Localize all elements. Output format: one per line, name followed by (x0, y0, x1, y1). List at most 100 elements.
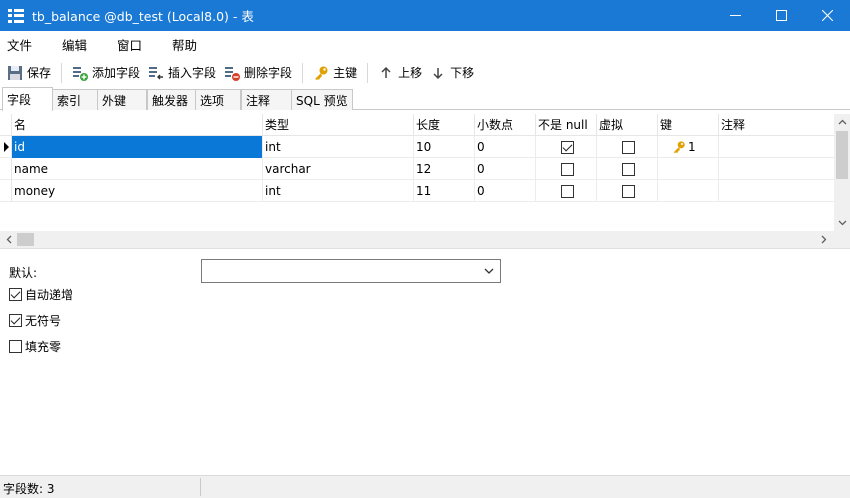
field-comment-cell[interactable] (719, 158, 833, 180)
field-name-cell[interactable]: money (12, 180, 263, 202)
field-not-null-cell[interactable] (536, 158, 597, 180)
field-virtual-cell[interactable] (597, 136, 658, 158)
save-button[interactable]: 保存 (3, 61, 55, 85)
move-down-button[interactable]: 下移 (426, 61, 478, 85)
move-up-button[interactable]: 上移 (374, 61, 426, 85)
add-field-label: 添加字段 (92, 66, 141, 80)
save-icon (8, 65, 22, 80)
move-down-label: 下移 (450, 66, 475, 80)
field-key-cell[interactable]: 1 (658, 136, 719, 158)
column-header-comment[interactable]: 注释 (719, 114, 833, 136)
key-order: 1 (688, 140, 696, 154)
unsigned-option[interactable]: 无符号 (9, 312, 61, 329)
field-key-cell[interactable] (658, 158, 719, 180)
field-grid: 名 类型 长度 小数点 不是 null 虚拟 键 注释 id int 10 0 … (0, 114, 850, 248)
menu-file[interactable]: 文件 (0, 35, 45, 54)
field-name-cell[interactable]: id (12, 136, 263, 158)
virtual-checkbox[interactable] (621, 140, 635, 154)
column-header-decimals[interactable]: 小数点 (475, 114, 536, 136)
field-name-cell[interactable]: name (12, 158, 263, 180)
auto-increment-label: 自动递增 (25, 288, 74, 302)
field-virtual-cell[interactable] (597, 158, 658, 180)
field-decimals-cell[interactable]: 0 (475, 180, 536, 202)
tab-options[interactable]: 选项 (195, 89, 241, 110)
vertical-scrollbar[interactable] (834, 114, 850, 232)
default-value-select[interactable] (201, 259, 501, 283)
menu-window[interactable]: 窗口 (110, 35, 155, 54)
title-bar: tb_balance @db_test (Local8.0) - 表 (0, 0, 850, 31)
delete-field-button[interactable]: 删除字段 (220, 61, 296, 85)
field-virtual-cell[interactable] (597, 180, 658, 202)
tab-indexes[interactable]: 索引 (52, 89, 98, 110)
field-comment-cell[interactable] (719, 136, 833, 158)
insert-field-button[interactable]: 插入字段 (144, 61, 220, 85)
toolbar: 保存 添加字段 插入字段 删除字段 主键 上移 下移 (0, 58, 850, 87)
field-key-cell[interactable] (658, 180, 719, 202)
scroll-up-icon[interactable] (834, 114, 850, 130)
not-null-checkbox[interactable] (560, 140, 574, 154)
auto-increment-checkbox[interactable] (9, 288, 22, 301)
field-properties-panel: 默认: 自动递增 无符号 填充零 (0, 248, 850, 475)
field-not-null-cell[interactable] (536, 180, 597, 202)
grid-header: 名 类型 长度 小数点 不是 null 虚拟 键 注释 (0, 114, 834, 136)
tab-strip: 字段 索引 外键 触发器 选项 注释 SQL 预览 (0, 87, 850, 111)
column-header-name[interactable]: 名 (12, 114, 263, 136)
auto-increment-option[interactable]: 自动递增 (9, 286, 73, 303)
primary-key-button[interactable]: 主键 (309, 61, 361, 85)
arrow-down-icon (433, 67, 443, 79)
menu-edit[interactable]: 编辑 (55, 35, 100, 54)
tab-foreign-keys[interactable]: 外键 (97, 89, 147, 110)
column-header-virtual[interactable]: 虚拟 (597, 114, 658, 136)
primary-key-icon (673, 141, 685, 154)
tab-sql-preview[interactable]: SQL 预览 (291, 89, 353, 110)
horizontal-scrollbar[interactable] (0, 231, 834, 248)
minimize-icon (729, 15, 741, 16)
tab-comment[interactable]: 注释 (241, 89, 292, 110)
table-row[interactable]: name varchar 12 0 (0, 158, 834, 180)
field-length-cell[interactable]: 12 (414, 158, 475, 180)
column-header-not-null[interactable]: 不是 null (536, 114, 597, 136)
scroll-left-icon[interactable] (1, 231, 17, 247)
table-row[interactable]: money int 11 0 (0, 180, 834, 202)
column-header-key[interactable]: 键 (658, 114, 719, 136)
window-title: tb_balance @db_test (Local8.0) - 表 (32, 9, 254, 24)
field-decimals-cell[interactable]: 0 (475, 136, 536, 158)
save-label: 保存 (27, 66, 52, 80)
maximize-button[interactable] (758, 0, 804, 31)
table-icon (8, 8, 24, 24)
close-button[interactable] (804, 0, 850, 31)
table-row[interactable]: id int 10 0 1 (0, 136, 834, 158)
column-header-length[interactable]: 长度 (414, 114, 475, 136)
add-field-button[interactable]: 添加字段 (68, 61, 144, 85)
field-length-cell[interactable]: 11 (414, 180, 475, 202)
virtual-checkbox[interactable] (621, 184, 635, 198)
scroll-down-icon[interactable] (834, 215, 850, 231)
tab-fields[interactable]: 字段 (2, 87, 53, 111)
current-row-arrow-icon (4, 142, 9, 152)
key-icon (315, 66, 328, 80)
field-length-cell[interactable]: 10 (414, 136, 475, 158)
header-indicator (0, 114, 12, 136)
horizontal-scroll-thumb[interactable] (17, 233, 34, 246)
vertical-scroll-thumb[interactable] (836, 131, 848, 179)
field-decimals-cell[interactable]: 0 (475, 158, 536, 180)
insert-field-label: 插入字段 (168, 66, 217, 80)
virtual-checkbox[interactable] (621, 162, 635, 176)
tab-triggers[interactable]: 触发器 (147, 89, 196, 110)
not-null-checkbox[interactable] (560, 162, 574, 176)
minimize-button[interactable] (712, 0, 758, 31)
unsigned-checkbox[interactable] (9, 314, 22, 327)
zerofill-option[interactable]: 填充零 (9, 338, 61, 355)
column-header-type[interactable]: 类型 (263, 114, 414, 136)
field-type-cell[interactable]: varchar (263, 158, 414, 180)
field-count: 字段数: 3 (3, 482, 55, 496)
not-null-checkbox[interactable] (560, 184, 574, 198)
menu-help[interactable]: 帮助 (165, 35, 210, 54)
field-type-cell[interactable]: int (263, 136, 414, 158)
field-comment-cell[interactable] (719, 180, 833, 202)
chevron-down-icon (484, 268, 494, 274)
zerofill-checkbox[interactable] (9, 340, 22, 353)
field-not-null-cell[interactable] (536, 136, 597, 158)
scroll-right-icon[interactable] (816, 231, 832, 247)
field-type-cell[interactable]: int (263, 180, 414, 202)
